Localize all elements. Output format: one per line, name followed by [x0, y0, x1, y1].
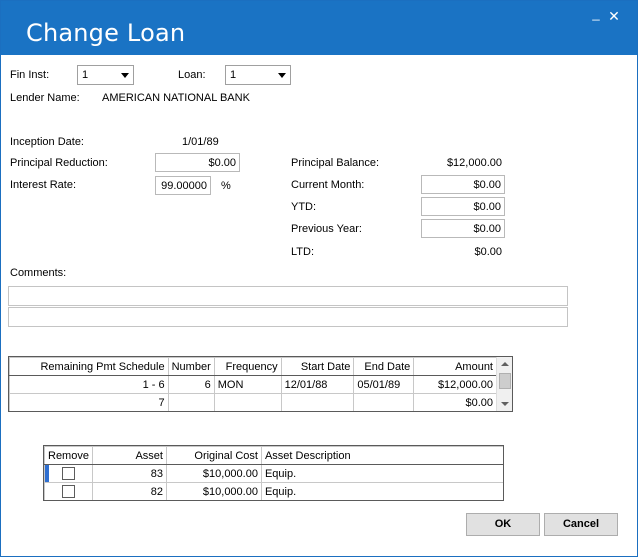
dialog-title: Change Loan [26, 19, 186, 47]
ltd-value: $0.00 [474, 246, 502, 258]
column-header: Asset Description [260, 446, 503, 465]
payment-schedule-table: Remaining Pmt Schedule Number Frequency … [9, 357, 497, 411]
table-header-row: Remove Asset Original Cost Asset Descrip… [44, 446, 503, 465]
column-header: Asset [91, 446, 167, 465]
interest-rate-label: Interest Rate: [10, 179, 77, 191]
ytd-label: YTD: [291, 201, 317, 213]
remove-checkbox[interactable] [61, 467, 75, 480]
fin-inst-select[interactable]: 1 [77, 65, 134, 85]
loan-select[interactable]: 1 [225, 65, 291, 85]
minimize-icon[interactable]: _ [587, 5, 605, 23]
column-header: Amount [413, 357, 497, 376]
lender-name-label: Lender Name: [10, 92, 80, 104]
remove-cell[interactable] [44, 482, 93, 500]
table-row[interactable]: 7 $0.00 [9, 393, 497, 411]
column-header: Original Cost [165, 446, 262, 465]
fin-inst-value: 1 [82, 69, 89, 81]
remove-checkbox[interactable] [61, 485, 75, 498]
description-cell[interactable]: Equip. [260, 482, 503, 500]
payment-schedule-grid: Remaining Pmt Schedule Number Frequency … [8, 356, 513, 412]
previous-year-value: $0.00 [473, 223, 501, 235]
column-header: Remove [44, 446, 93, 465]
asset-cell[interactable]: 83 [91, 464, 167, 483]
principal-reduction-value: $0.00 [208, 157, 236, 169]
loan-value: 1 [230, 69, 237, 81]
cost-cell[interactable]: $10,000.00 [165, 482, 262, 500]
table-row[interactable]: 82 $10,000.00 Equip. [44, 482, 503, 500]
assets-grid: Remove Asset Original Cost Asset Descrip… [43, 445, 504, 501]
interest-rate-field[interactable]: 99.00000 [155, 176, 211, 195]
inception-date-label: Inception Date: [10, 136, 84, 148]
ok-button[interactable]: OK [466, 513, 540, 536]
previous-year-label: Previous Year: [291, 223, 362, 235]
ytd-value: $0.00 [473, 201, 501, 213]
schedule-cell[interactable]: 05/01/89 [353, 375, 415, 394]
scroll-thumb[interactable] [499, 373, 511, 389]
schedule-cell[interactable] [167, 393, 215, 411]
table-header-row: Remaining Pmt Schedule Number Frequency … [9, 357, 497, 376]
schedule-cell[interactable] [213, 393, 282, 411]
comments-line-1[interactable] [8, 286, 568, 306]
lender-name-value: AMERICAN NATIONAL BANK [102, 92, 250, 104]
table-row[interactable]: 1 - 6 6 MON 12/01/88 05/01/89 $12,000.00 [9, 375, 497, 394]
ytd-field[interactable]: $0.00 [421, 197, 505, 216]
current-month-label: Current Month: [291, 179, 365, 191]
loan-label: Loan: [178, 69, 206, 81]
scroll-down-icon[interactable] [501, 402, 509, 406]
current-month-value: $0.00 [473, 179, 501, 191]
row-selection-indicator [45, 465, 49, 482]
table-row[interactable]: 83 $10,000.00 Equip. [44, 464, 503, 483]
schedule-cell[interactable] [280, 393, 355, 411]
interest-rate-value: 99.00000 [161, 180, 207, 192]
assets-table: Remove Asset Original Cost Asset Descrip… [44, 446, 503, 500]
remove-cell[interactable] [44, 464, 93, 483]
column-header: Remaining Pmt Schedule [9, 357, 169, 376]
schedule-cell[interactable]: $0.00 [413, 393, 497, 411]
schedule-cell[interactable]: 6 [167, 375, 215, 394]
principal-reduction-field[interactable]: $0.00 [155, 153, 240, 172]
ltd-label: LTD: [291, 246, 315, 258]
comments-label: Comments: [10, 267, 67, 279]
schedule-cell[interactable]: $12,000.00 [413, 375, 497, 394]
cancel-button[interactable]: Cancel [544, 513, 618, 536]
title-bar: Change Loan _ ✕ [1, 1, 637, 55]
principal-reduction-label: Principal Reduction: [10, 157, 108, 169]
fin-inst-label: Fin Inst: [10, 69, 50, 81]
column-header: Start Date [280, 357, 355, 376]
scroll-up-icon[interactable] [501, 362, 509, 366]
principal-balance-value: $12,000.00 [446, 157, 502, 169]
schedule-cell[interactable]: 1 - 6 [9, 375, 169, 394]
cost-cell[interactable]: $10,000.00 [165, 464, 262, 483]
column-header: Frequency [213, 357, 282, 376]
chevron-down-icon [278, 73, 286, 78]
column-header: End Date [353, 357, 415, 376]
schedule-cell[interactable]: 7 [9, 393, 169, 411]
column-header: Number [167, 357, 215, 376]
schedule-cell[interactable]: MON [213, 375, 282, 394]
change-loan-dialog: Change Loan _ ✕ Fin Inst: 1 Loan: 1 Lend… [0, 0, 638, 557]
close-icon[interactable]: ✕ [605, 7, 623, 25]
description-cell[interactable]: Equip. [260, 464, 503, 483]
previous-year-field[interactable]: $0.00 [421, 219, 505, 238]
schedule-cell[interactable]: 12/01/88 [280, 375, 355, 394]
asset-cell[interactable]: 82 [91, 482, 167, 500]
comments-line-2[interactable] [8, 307, 568, 327]
inception-date-value: 1/01/89 [182, 136, 219, 148]
schedule-scrollbar[interactable] [496, 357, 512, 411]
percent-unit: % [221, 180, 231, 192]
schedule-cell[interactable] [353, 393, 415, 411]
current-month-field[interactable]: $0.00 [421, 175, 505, 194]
chevron-down-icon [121, 73, 129, 78]
principal-balance-label: Principal Balance: [291, 157, 380, 169]
